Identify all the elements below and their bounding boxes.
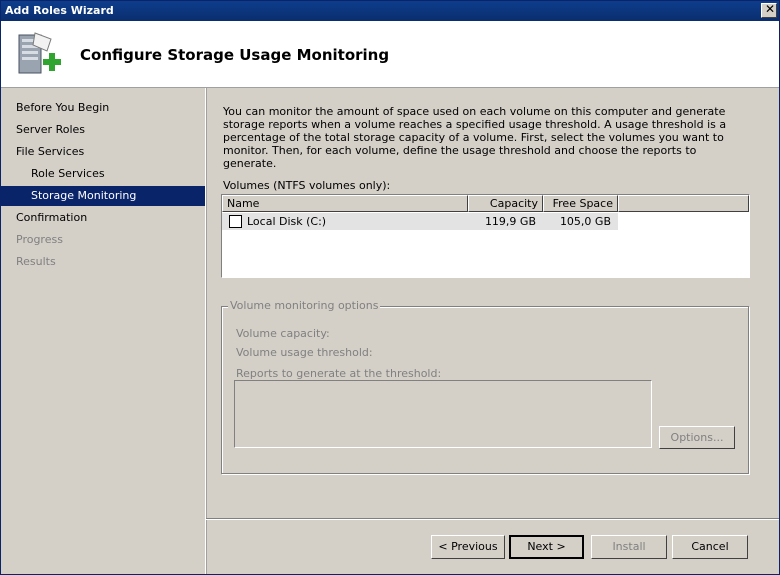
page-title: Configure Storage Usage Monitoring [80,46,390,64]
next-button[interactable]: Next > [509,535,584,559]
column-header-empty [618,195,749,212]
volume-capacity-label: Volume capacity: [236,327,330,340]
install-button: Install [591,535,667,559]
server-add-icon [18,32,61,74]
volume-checkbox[interactable] [229,215,242,228]
reports-label: Reports to generate at the threshold: [236,367,442,380]
column-header-free-space[interactable]: Free Space [543,195,618,212]
volume-capacity: 119,9 GB [484,215,536,228]
nav-item-results: Results [16,255,56,268]
volume-name: Local Disk (C:) [247,215,327,228]
previous-button[interactable]: < Previous [431,535,505,559]
nav-item-file-services[interactable]: File Services [1,142,205,162]
column-header-name[interactable]: Name [222,195,468,212]
window-title: Add Roles Wizard [5,4,114,17]
wizard-nav: Before You Begin Server Roles File Servi… [1,88,206,574]
group-legend: Volume monitoring options [228,299,381,312]
volumes-label: Volumes (NTFS volumes only): [223,179,391,192]
volume-monitoring-options-group: Volume monitoring options Volume capacit… [221,299,749,474]
footer-separator [206,518,779,520]
cancel-button[interactable]: Cancel [672,535,748,559]
wizard-content: You can monitor the amount of space used… [206,88,779,518]
nav-item-confirmation[interactable]: Confirmation [1,208,205,228]
list-header: Name Capacity Free Space [222,195,749,212]
options-button: Options... [659,426,735,449]
intro-text: You can monitor the amount of space used… [223,105,727,170]
nav-item-role-services[interactable]: Role Services [1,164,205,184]
column-header-capacity[interactable]: Capacity [468,195,543,212]
reports-list [234,380,652,448]
volume-free-space: 105,0 GB [559,215,611,228]
wizard-window: Add Roles Wizard ✕ Configure Storage Usa… [0,0,780,575]
nav-item-before-you-begin[interactable]: Before You Begin [1,98,205,118]
nav-item-storage-monitoring[interactable]: Storage Monitoring [1,186,205,206]
table-row[interactable]: Local Disk (C:) 119,9 GB 105,0 GB [222,213,618,230]
close-button[interactable]: ✕ [761,2,777,18]
wizard-header: Configure Storage Usage Monitoring [1,21,779,88]
volumes-list[interactable]: Name Capacity Free Space Local Disk (C:)… [221,194,750,278]
nav-item-server-roles[interactable]: Server Roles [1,120,205,140]
volume-usage-threshold-label: Volume usage threshold: [236,346,373,359]
title-bar[interactable]: Add Roles Wizard ✕ [1,1,779,21]
close-icon: ✕ [765,2,776,16]
nav-item-progress: Progress [16,233,63,246]
